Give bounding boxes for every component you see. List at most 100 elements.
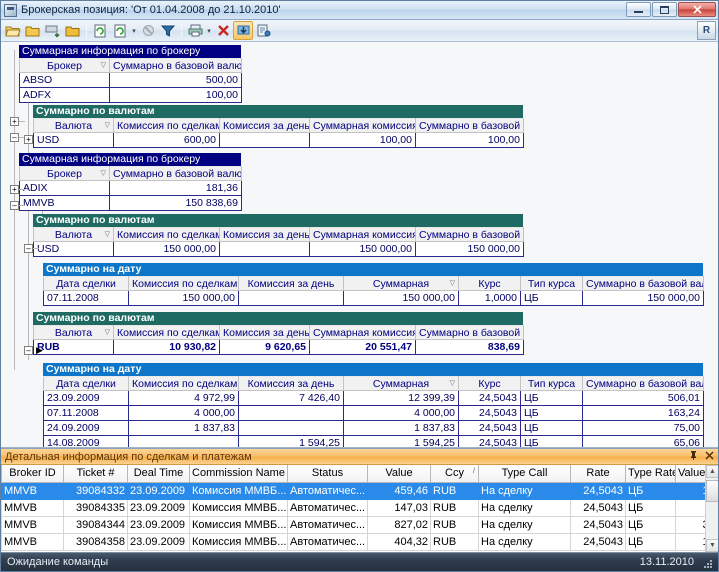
- col-currency[interactable]: Валюта ▽: [33, 227, 114, 242]
- table-row[interactable]: 07.11.2008 4 000,00 4 000,00 24,5043 ЦБ …: [43, 405, 704, 421]
- table-row[interactable]: ABSO 500,00: [19, 72, 242, 88]
- col-base-total[interactable]: Суммарно в базовой валюте: [415, 227, 524, 242]
- col-status[interactable]: Status: [287, 465, 368, 483]
- maximize-button[interactable]: [652, 2, 677, 17]
- col-rate-type[interactable]: Тип курса: [520, 276, 583, 291]
- detail-row[interactable]: MMVB 39084344 23.09.2009 Комиссия ММВБ..…: [1, 515, 718, 534]
- col-currency[interactable]: Валюта ▽: [33, 325, 114, 340]
- detail-scrollbar[interactable]: ▲ ▼: [705, 465, 718, 552]
- col-commission-total[interactable]: Суммарная комиссия: [309, 227, 416, 242]
- report-button[interactable]: [253, 21, 273, 40]
- col-broker[interactable]: Брокер ▽: [19, 166, 110, 181]
- detail-grid[interactable]: Broker ID Ticket # Deal Time Commission …: [1, 465, 718, 551]
- col-rate[interactable]: Курс: [458, 276, 521, 291]
- col-broker-id[interactable]: Broker ID: [1, 465, 64, 483]
- col-base-total[interactable]: Суммарно в базовой валюте: [415, 325, 524, 340]
- col-type-rate[interactable]: Type Rate: [625, 465, 676, 483]
- table-row[interactable]: USD 600,00 100,00 100,00: [33, 132, 524, 148]
- col-commission-deals[interactable]: Комиссия по сделкам: [113, 118, 220, 133]
- toolbar-right-button[interactable]: R: [697, 21, 716, 40]
- close-panel-icon[interactable]: [705, 451, 714, 460]
- table-row[interactable]: ADIX 181,36: [19, 180, 242, 196]
- refresh-dropdown-arrow-icon[interactable]: ▾: [130, 21, 138, 40]
- col-ccy[interactable]: Ccy /: [430, 465, 479, 483]
- table-row[interactable]: 07.11.2008 150 000,00 150 000,00 1,0000 …: [43, 290, 704, 306]
- date-table-1[interactable]: Дата сделки Комиссия по сделкам Комиссия…: [43, 276, 704, 306]
- table-row-selected[interactable]: RUB 10 930,82 9 620,65 20 551,47 838,69: [33, 339, 524, 355]
- scroll-up-button[interactable]: ▲: [706, 465, 718, 478]
- col-commission-deals[interactable]: Комиссия по сделкам: [113, 325, 220, 340]
- col-broker[interactable]: Брокер ▽: [19, 58, 110, 73]
- col-commission-deals[interactable]: Комиссия по сделкам: [128, 276, 239, 291]
- col-deal-time[interactable]: Deal Time: [127, 465, 190, 483]
- resize-grip[interactable]: [700, 556, 712, 568]
- open-folder-button[interactable]: [3, 21, 23, 40]
- minimize-button[interactable]: [626, 2, 651, 17]
- col-type-call[interactable]: Type Call: [478, 465, 571, 483]
- col-rate[interactable]: Курс: [458, 376, 521, 391]
- detail-row[interactable]: MMVB 39084358 23.09.2009 Комиссия ММВБ..…: [1, 532, 718, 551]
- table-row[interactable]: 23.09.2009 4 972,99 7 426,40 12 399,39 2…: [43, 390, 704, 406]
- col-commission-day[interactable]: Комиссия за день: [219, 325, 310, 340]
- collapser-adfx[interactable]: –: [10, 133, 19, 142]
- collapser-usd-2[interactable]: –: [24, 244, 33, 253]
- scroll-thumb[interactable]: [706, 480, 718, 502]
- expander-usd-1[interactable]: +: [24, 135, 33, 144]
- scroll-down-button[interactable]: ▼: [706, 539, 718, 552]
- pin-icon[interactable]: [689, 450, 698, 460]
- col-commission-day[interactable]: Комиссия за день: [238, 376, 344, 391]
- col-commission-deals[interactable]: Комиссия по сделкам: [113, 227, 220, 242]
- col-rate-type[interactable]: Тип курса: [520, 376, 583, 391]
- print-dropdown-arrow-icon[interactable]: ▾: [205, 21, 213, 40]
- stop-button[interactable]: [138, 21, 158, 40]
- detail-row[interactable]: MMVB 39084335 23.09.2009 Комиссия ММВБ..…: [1, 498, 718, 517]
- broker-position-tree[interactable]: Суммарная информация по брокеру Брокер ▽ …: [1, 42, 718, 448]
- col-commission-day[interactable]: Комиссия за день: [238, 276, 344, 291]
- col-rate[interactable]: Rate: [570, 465, 626, 483]
- folder-button[interactable]: [63, 21, 83, 40]
- delete-button[interactable]: [213, 21, 233, 40]
- col-commission-day[interactable]: Комиссия за день: [219, 227, 310, 242]
- col-value[interactable]: Value: [367, 465, 431, 483]
- expander-abso[interactable]: +: [10, 117, 19, 126]
- col-base-total[interactable]: Суммарно в базовой валюте: [582, 276, 704, 291]
- refresh-dropdown-button[interactable]: [110, 21, 130, 40]
- broker-table-1[interactable]: Брокер ▽ Суммарно в базовой валюте ABSO 5…: [19, 58, 242, 103]
- col-base-total[interactable]: Суммарно в базовой валюте: [109, 58, 242, 73]
- col-ticket[interactable]: Ticket #: [63, 465, 128, 483]
- currency-table-1[interactable]: Валюта ▽ Комиссия по сделкам Комиссия за …: [33, 118, 524, 148]
- collapser-mmvb[interactable]: –: [10, 201, 19, 210]
- col-total[interactable]: Суммарная ▽: [343, 276, 459, 291]
- col-commission-name[interactable]: Commission Name: [189, 465, 288, 483]
- broker-table-2[interactable]: Брокер ▽ Суммарно в базовой валюте ADIX 1…: [19, 166, 242, 211]
- collapser-rub[interactable]: –: [24, 346, 33, 355]
- detail-row-selected[interactable]: MMVB 39084332 23.09.2009 Комиссия ММВБ..…: [1, 481, 718, 500]
- table-row[interactable]: 24.09.2009 1 837,83 1 837,83 24,5043 ЦБ …: [43, 420, 704, 436]
- currency-table-3[interactable]: Валюта ▽ Комиссия по сделкам Комиссия за …: [33, 325, 524, 355]
- col-commission-day[interactable]: Комиссия за день: [219, 118, 310, 133]
- expander-adix[interactable]: +: [10, 185, 19, 194]
- currency-table-2[interactable]: Валюта ▽ Комиссия по сделкам Комиссия за …: [33, 227, 524, 257]
- col-deal-date[interactable]: Дата сделки: [43, 376, 129, 391]
- new-folder-button[interactable]: [23, 21, 43, 40]
- refresh-button[interactable]: [90, 21, 110, 40]
- col-deal-date[interactable]: Дата сделки: [43, 276, 129, 291]
- col-base-total[interactable]: Суммарно в базовой валюте: [582, 376, 704, 391]
- col-commission-total[interactable]: Суммарная комиссия: [309, 325, 416, 340]
- date-table-2[interactable]: Дата сделки Комиссия по сделкам Комиссия…: [43, 376, 704, 447]
- close-button[interactable]: [678, 2, 716, 17]
- col-base-total[interactable]: Суммарно в базовой валюте: [109, 166, 242, 181]
- filter-button[interactable]: [158, 21, 178, 40]
- export-button[interactable]: [233, 21, 253, 40]
- col-currency[interactable]: Валюта ▽: [33, 118, 114, 133]
- table-row[interactable]: USD 150 000,00 150 000,00 150 000,00: [33, 241, 524, 257]
- table-row[interactable]: 14.08.2009 1 594,25 1 594,25 24,5043 ЦБ …: [43, 435, 704, 447]
- col-total[interactable]: Суммарная ▽: [343, 376, 459, 391]
- col-commission-total[interactable]: Суммарная комиссия: [309, 118, 416, 133]
- print-button[interactable]: [185, 21, 205, 40]
- table-row[interactable]: MMVB 150 838,69: [19, 195, 242, 211]
- table-row[interactable]: ADFX 100,00: [19, 87, 242, 103]
- import-button[interactable]: [43, 21, 63, 40]
- col-commission-deals[interactable]: Комиссия по сделкам: [128, 376, 239, 391]
- col-base-total[interactable]: Суммарно в базовой валюте: [415, 118, 524, 133]
